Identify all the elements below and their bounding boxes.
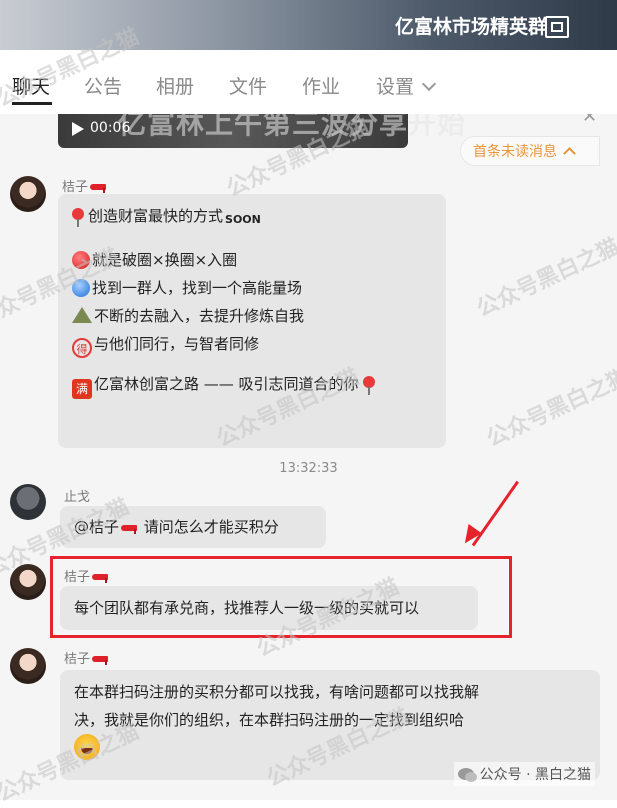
soon-arrow-icon: SOON: [225, 213, 261, 226]
high-heel-icon: [92, 652, 110, 665]
blue-circle-icon: [72, 279, 90, 297]
message-line: @桔子 请问怎么才能买积分: [74, 518, 279, 536]
man-badge-icon: 满: [72, 379, 92, 399]
de-badge-icon: 得: [72, 338, 92, 358]
close-icon[interactable]: ✕: [582, 114, 597, 127]
wechat-icon: [457, 768, 477, 782]
tab-chat[interactable]: 聊天: [12, 72, 50, 99]
tab-settings-label: 设置: [376, 76, 415, 98]
message-bubble[interactable]: 创造财富最快的方式 SOON 就是破圈×换圈×入圈 找到一群人，找到一个高能量场 …: [58, 194, 446, 448]
pushpin-icon: [72, 208, 84, 227]
message-line: 满亿富林创富之路 —— 吸引志同道合的你: [72, 370, 432, 399]
first-unread-label: 首条未读消息: [473, 144, 557, 160]
message-line: 每个团队都有承兑商，找推荐人一级一级的买就可以: [74, 599, 420, 617]
pushpin-icon: [362, 376, 375, 395]
avatar[interactable]: [10, 648, 46, 684]
message-list[interactable]: 亿富林上午第三波分享开始 00:06 首条未读消息 ✕ 桔子 创造财富最快的方式…: [0, 114, 617, 800]
tab-album[interactable]: 相册: [156, 72, 194, 99]
sender-name: 桔子: [64, 566, 110, 585]
sender-name: 桔子: [64, 648, 110, 667]
play-icon[interactable]: [72, 122, 84, 136]
message-line: 创造财富最快的方式 SOON: [72, 202, 432, 234]
chevron-up-icon: [563, 147, 576, 160]
tab-settings[interactable]: 设置: [376, 72, 437, 99]
avatar[interactable]: [10, 564, 46, 600]
chevron-down-icon: [421, 76, 437, 92]
video-message[interactable]: 亿富林上午第三波分享开始 00:06: [58, 114, 465, 148]
red-circle-icon: [72, 251, 90, 269]
active-tab-indicator: [12, 102, 52, 105]
mention[interactable]: @桔子: [74, 518, 119, 536]
high-heel-icon: [90, 180, 108, 193]
message-bubble[interactable]: 每个团队都有承兑商，找推荐人一级一级的买就可以: [60, 586, 478, 630]
high-heel-icon: [121, 521, 139, 534]
high-heel-icon: [92, 570, 110, 583]
message-line: 不断的去融入，去提升修炼自我: [72, 302, 432, 330]
message-line: 找到一群人，找到一个高能量场: [72, 274, 432, 302]
footer-watermark: 公众号 · 黑白之猫: [453, 762, 595, 786]
message-line: 得与他们同行，与智者同修: [72, 330, 432, 358]
message-timestamp: 13:32:33: [279, 461, 338, 476]
tab-bar: 聊天 公告 相册 文件 作业 设置: [0, 50, 617, 115]
tab-announcement[interactable]: 公告: [84, 72, 122, 99]
mountain-icon: [72, 307, 92, 323]
avatar[interactable]: [10, 484, 46, 520]
video-duration: 00:06: [90, 120, 131, 136]
avatar[interactable]: [10, 176, 46, 212]
message-line: 就是破圈×换圈×入圈: [72, 246, 432, 274]
video-overlay-text: 亿富林上午第三波分享开始: [118, 114, 467, 140]
group-title: 亿富林市场精英群: [394, 16, 547, 38]
sender-name: 止戈: [64, 490, 91, 505]
sender-name: 桔子: [62, 176, 108, 195]
laughing-emoji-icon: [74, 734, 100, 760]
first-unread-button[interactable]: 首条未读消息: [460, 136, 600, 166]
group-info-icon[interactable]: [545, 16, 569, 38]
arrow-head-icon: [458, 524, 482, 548]
message-line: 决，我就是你们的组织，在本群扫码注册的一定找到组织哈: [74, 711, 465, 729]
tab-files[interactable]: 文件: [229, 72, 267, 99]
message-line: 在本群扫码注册的买积分都可以找我，有啥问题都可以找我解: [74, 683, 480, 701]
message-bubble[interactable]: @桔子 请问怎么才能买积分: [60, 506, 326, 548]
chat-header: 亿富林市场精英群: [0, 0, 617, 50]
tab-homework[interactable]: 作业: [302, 72, 340, 99]
